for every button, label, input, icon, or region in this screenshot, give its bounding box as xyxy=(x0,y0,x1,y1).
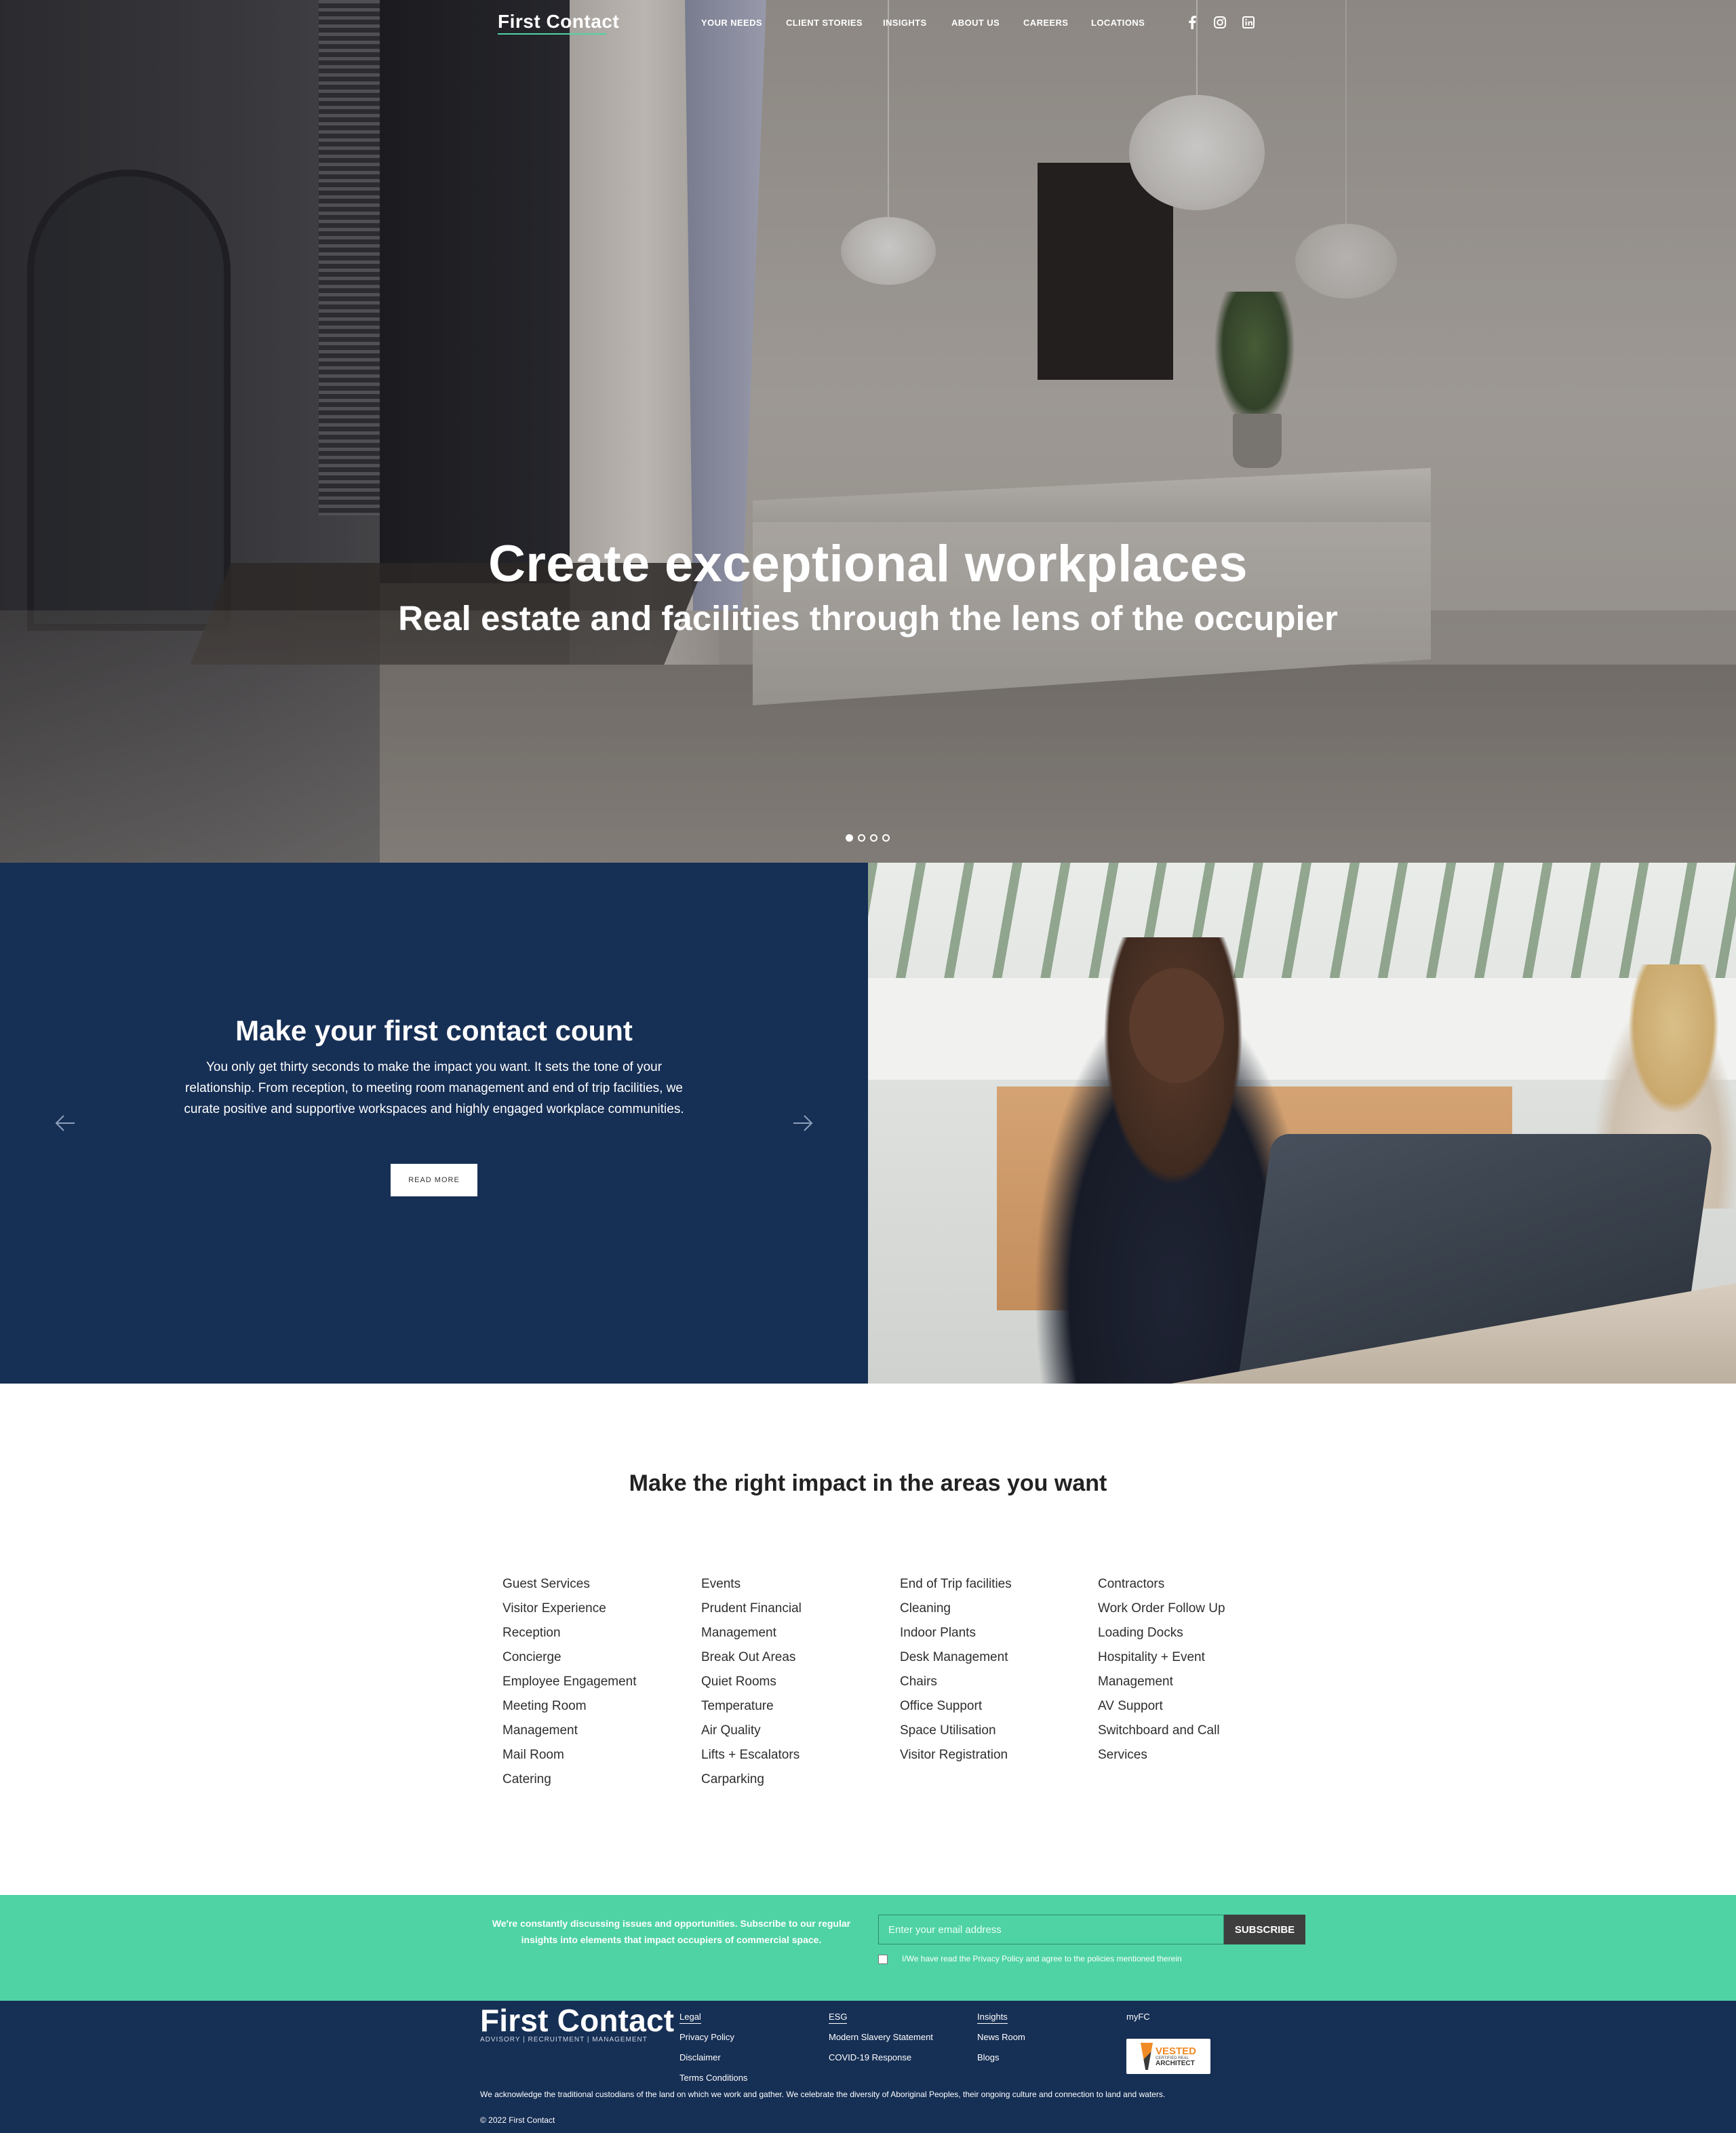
badge-line-3: ARCHITECT xyxy=(1155,2059,1195,2067)
footer-link-insights[interactable]: Insights xyxy=(977,2012,1008,2024)
carousel-dot-1[interactable] xyxy=(846,834,853,842)
area-item: Visitor Experience xyxy=(502,1601,606,1616)
carousel-dot-4[interactable] xyxy=(882,834,890,842)
site-logo[interactable]: First Contact xyxy=(498,11,619,33)
main-nav: First Contact YOUR NEEDS CLIENT STORIES … xyxy=(0,0,1736,49)
footer-link-legal[interactable]: Legal xyxy=(679,2012,701,2024)
logo-accent xyxy=(498,33,606,35)
footer-tagline: ADVISORY | RECRUITMENT | MANAGEMENT xyxy=(480,2036,648,2043)
facebook-icon[interactable] xyxy=(1185,15,1200,30)
footer-link-covid[interactable]: COVID-19 Response xyxy=(829,2052,911,2062)
subscribe-button[interactable]: SUBSCRIBE xyxy=(1224,1915,1305,1944)
area-item: Concierge xyxy=(502,1650,561,1664)
nav-careers[interactable]: CAREERS xyxy=(1023,18,1068,28)
area-item: Cleaning xyxy=(900,1601,951,1616)
area-item: Carparking xyxy=(701,1772,764,1786)
linkedin-icon[interactable] xyxy=(1241,15,1256,30)
area-item: Reception xyxy=(502,1626,561,1640)
nav-client-stories[interactable]: CLIENT STORIES xyxy=(786,18,863,28)
footer-link-esg[interactable]: ESG xyxy=(829,2012,848,2024)
slider-body: You only get thirty seconds to make the … xyxy=(184,1060,684,1116)
footer-acknowledgement: We acknowledge the traditional custodian… xyxy=(480,2090,1166,2099)
area-item: Visitor Registration xyxy=(900,1748,1008,1762)
footer-logo[interactable]: First Contact xyxy=(480,2002,674,2039)
areas-column-1: Guest Services Visitor Experience Recept… xyxy=(502,1572,692,1792)
area-item: Catering xyxy=(502,1772,551,1786)
area-item: Hospitality + Event xyxy=(1098,1650,1205,1664)
area-item: Desk Management xyxy=(900,1650,1008,1664)
area-item: Services xyxy=(1098,1748,1147,1762)
area-item: Switchboard and Call xyxy=(1098,1723,1220,1738)
area-item: End of Trip facilities xyxy=(900,1577,1012,1591)
area-item: Mail Room xyxy=(502,1748,564,1762)
site-footer xyxy=(0,2001,1736,2133)
area-item: Events xyxy=(701,1577,741,1591)
footer-link-modern-slavery[interactable]: Modern Slavery Statement xyxy=(829,2032,933,2042)
area-item: Lifts + Escalators xyxy=(701,1748,800,1762)
area-item: Temperature xyxy=(701,1699,774,1713)
footer-link-myfc[interactable]: myFC xyxy=(1126,2012,1150,2022)
area-item: Air Quality xyxy=(701,1723,761,1738)
area-item: Guest Services xyxy=(502,1577,590,1591)
footer-link-blogs[interactable]: Blogs xyxy=(977,2052,1000,2062)
vested-logo-icon xyxy=(1140,2043,1153,2070)
area-item: Management xyxy=(701,1626,776,1640)
nav-insights[interactable]: INSIGHTS xyxy=(883,18,927,28)
area-item: Meeting Room xyxy=(502,1699,587,1713)
nav-about-us[interactable]: ABOUT US xyxy=(951,18,1000,28)
footer-link-terms[interactable]: Terms Conditions xyxy=(679,2073,747,2083)
area-item: Quiet Rooms xyxy=(701,1675,776,1689)
areas-column-4: Contractors Work Order Follow Up Loading… xyxy=(1098,1572,1288,1767)
area-item: Contractors xyxy=(1098,1577,1165,1591)
area-item: Space Utilisation xyxy=(900,1723,996,1738)
area-item: Prudent Financial xyxy=(701,1601,802,1616)
area-item: Indoor Plants xyxy=(900,1626,976,1640)
carousel-dot-3[interactable] xyxy=(870,834,877,842)
area-item: Office Support xyxy=(900,1699,983,1713)
hero-section: First Contact YOUR NEEDS CLIENT STORIES … xyxy=(0,0,1736,863)
area-item: Loading Docks xyxy=(1098,1626,1183,1640)
area-item: Chairs xyxy=(900,1675,937,1689)
slider-panel xyxy=(0,863,868,1384)
consent-label: I/We have read the Privacy Policy and ag… xyxy=(902,1954,1182,1963)
subscribe-text: We're constantly discussing issues and o… xyxy=(492,1918,851,1945)
email-field[interactable] xyxy=(878,1915,1224,1944)
hero-subtitle: Real estate and facilities through the l… xyxy=(398,599,1338,638)
carousel-dot-2[interactable] xyxy=(858,834,865,842)
subscribe-band xyxy=(0,1895,1736,2001)
nav-locations[interactable]: LOCATIONS xyxy=(1091,18,1145,28)
footer-link-privacy-policy[interactable]: Privacy Policy xyxy=(679,2032,734,2042)
area-item: Break Out Areas xyxy=(701,1650,796,1664)
hero-overlay xyxy=(0,0,1736,863)
footer-link-disclaimer[interactable]: Disclaimer xyxy=(679,2052,721,2062)
footer-copyright: © 2022 First Contact xyxy=(480,2115,555,2125)
footer-link-news-room[interactable]: News Room xyxy=(977,2032,1025,2042)
area-item: AV Support xyxy=(1098,1699,1163,1713)
area-item: Employee Engagement xyxy=(502,1675,637,1689)
arrow-left-icon[interactable] xyxy=(52,1110,79,1137)
slider-title: Make your first contact count xyxy=(235,1015,633,1046)
read-more-button[interactable]: READ MORE xyxy=(391,1164,477,1196)
areas-title: Make the right impact in the areas you w… xyxy=(629,1470,1107,1496)
consent-checkbox[interactable] xyxy=(878,1955,888,1964)
areas-column-3: End of Trip facilities Cleaning Indoor P… xyxy=(900,1572,1090,1767)
photo-receptionist-face xyxy=(1129,968,1224,1083)
slider-photo xyxy=(868,863,1736,1384)
nav-your-needs[interactable]: YOUR NEEDS xyxy=(701,18,762,28)
areas-column-2: Events Prudent Financial Management Brea… xyxy=(701,1572,891,1792)
arrow-right-icon[interactable] xyxy=(789,1110,816,1137)
hero-title: Create exceptional workplaces xyxy=(488,535,1248,593)
vested-architect-badge: VESTED CERTIFIED REAL ARCHITECT xyxy=(1126,2039,1210,2074)
area-item: Work Order Follow Up xyxy=(1098,1601,1225,1616)
area-item: Management xyxy=(1098,1675,1173,1689)
badge-line-1: VESTED xyxy=(1155,2045,1196,2057)
area-item: Management xyxy=(502,1723,578,1738)
instagram-icon[interactable] xyxy=(1212,15,1227,30)
